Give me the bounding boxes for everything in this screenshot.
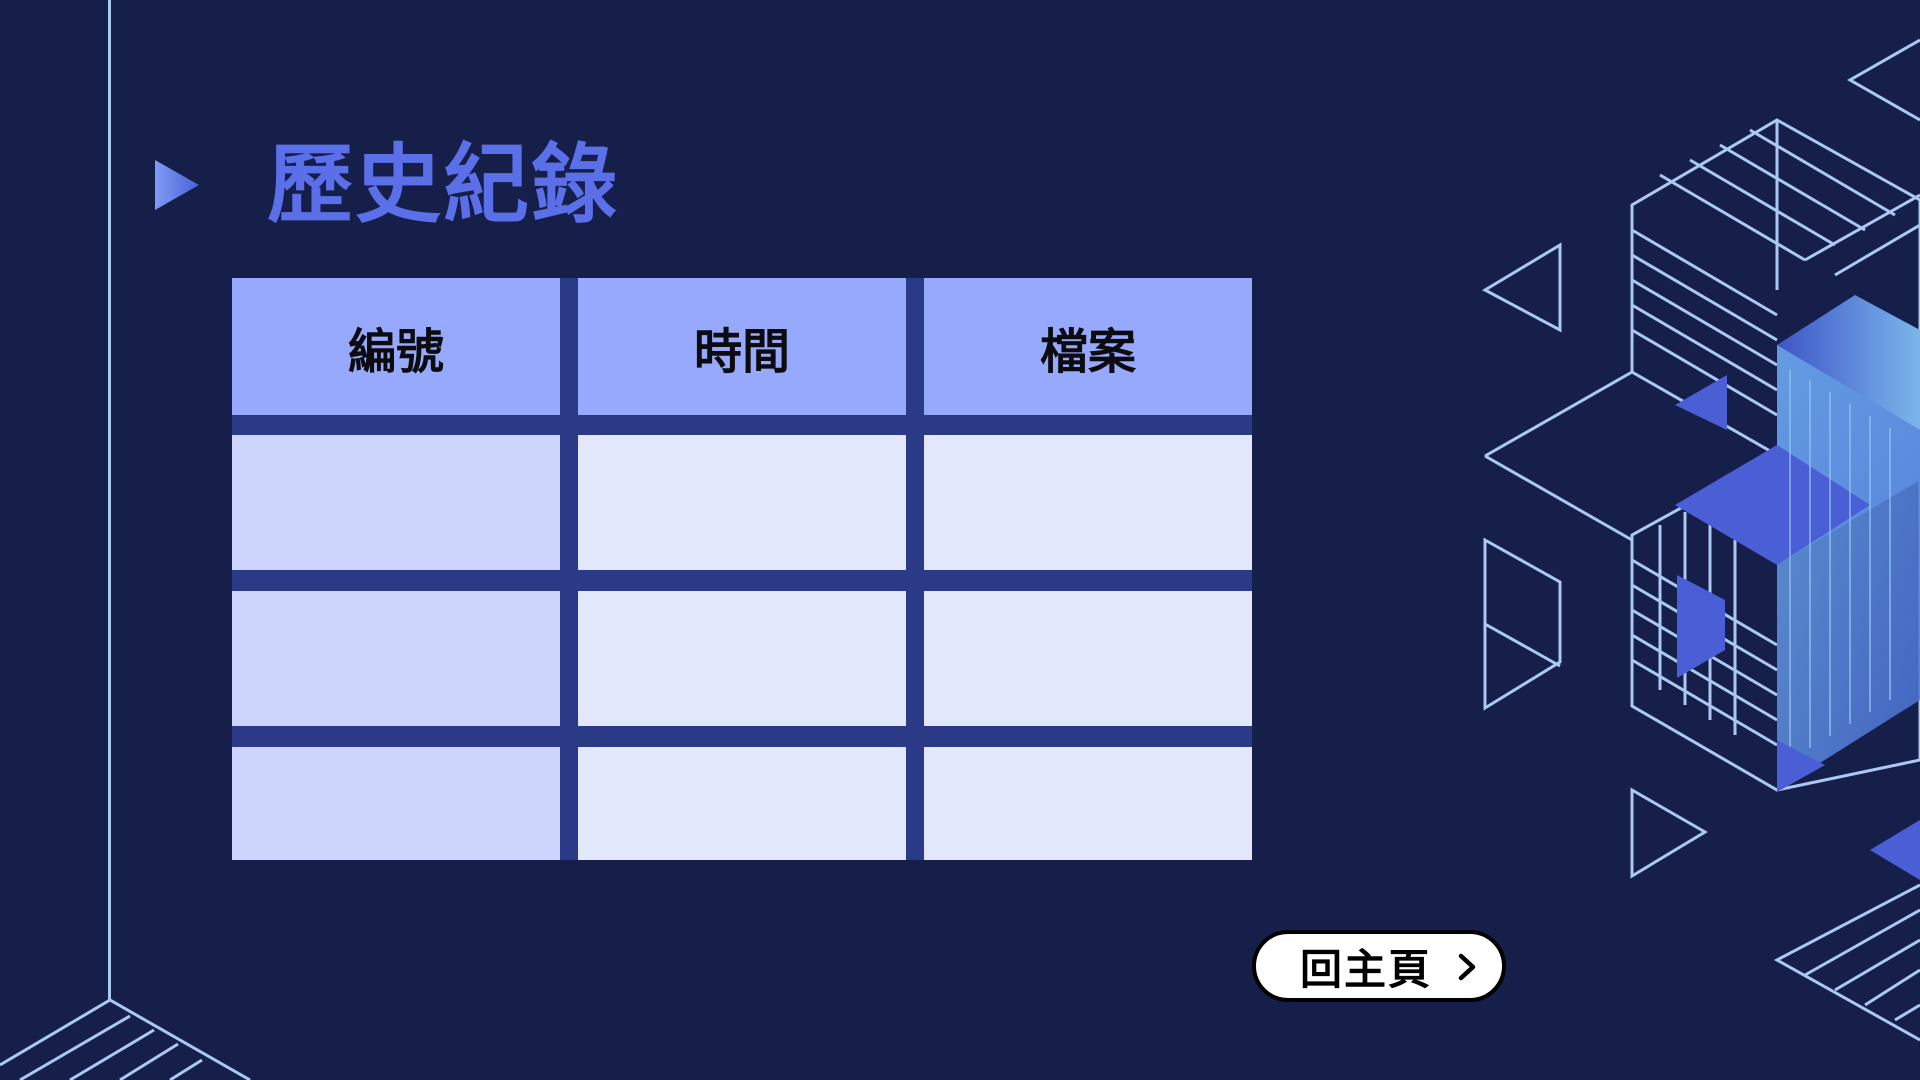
table-header-id: 編號 (232, 278, 560, 415)
table-cell (578, 591, 906, 726)
table-header-time: 時間 (578, 278, 906, 415)
page-title: 歷史紀錄 (267, 135, 619, 235)
bottom-left-stripes-decoration (0, 998, 251, 1080)
home-button-label: 回主頁 (1300, 944, 1433, 994)
history-table: 編號 時間 檔案 (232, 278, 1252, 860)
table-header-file: 檔案 (924, 278, 1252, 415)
table-cell (232, 591, 560, 726)
title-row: 歷史紀錄 (155, 130, 619, 240)
table-cell (232, 747, 560, 860)
triangle-play-icon (155, 160, 199, 210)
geometric-cube-decoration (1481, 38, 1920, 1042)
header-label-file: 檔案 (1039, 323, 1136, 380)
table-cell (578, 747, 906, 860)
table-cell (924, 591, 1252, 726)
table-cell (578, 435, 906, 570)
left-decorative-line (108, 0, 111, 1000)
header-label-id: 編號 (347, 323, 444, 380)
table-cell (924, 747, 1252, 860)
table-cell (924, 435, 1252, 570)
header-label-time: 時間 (693, 323, 790, 380)
table-cell (232, 435, 560, 570)
